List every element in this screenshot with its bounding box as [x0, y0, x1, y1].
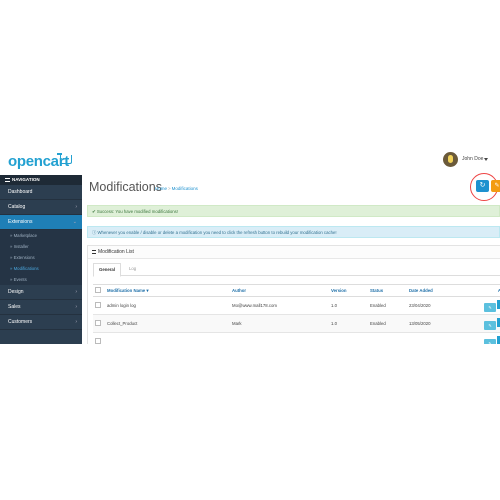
- column-header-author[interactable]: Author: [230, 284, 329, 297]
- check-circle-icon: ✔: [92, 209, 96, 214]
- sort-down-icon: ▾: [146, 287, 149, 293]
- sidebar-sub-events[interactable]: » Events: [0, 274, 82, 285]
- sidebar-item-design[interactable]: Design ›: [0, 285, 82, 300]
- table-row: Collect_Product Mark 1.0 Enabled 13/05/2…: [93, 314, 500, 333]
- panel-heading: Modification List: [88, 246, 500, 259]
- sidebar-sub-installer[interactable]: » Installer: [0, 241, 82, 252]
- row-checkbox[interactable]: [95, 302, 101, 308]
- cell-status: Enabled: [368, 314, 407, 333]
- page-title: Modifications: [89, 180, 162, 194]
- success-alert: ✔ Success: You have modified modificatio…: [87, 205, 500, 217]
- cell-name: [105, 332, 230, 344]
- info-circle-icon: ⓘ: [92, 230, 97, 235]
- menu-icon: [5, 177, 10, 182]
- breadcrumb: Home>Modifications: [155, 186, 198, 191]
- modifications-table: Modification Name ▾ Author Version Statu…: [93, 284, 500, 344]
- row-select-cell: [93, 332, 105, 344]
- sidebar-sub-modifications[interactable]: » Modifications: [0, 263, 82, 274]
- sidebar-item-dashboard[interactable]: Dashboard: [0, 185, 82, 200]
- chevron-right-icon: ›: [75, 319, 77, 325]
- table-row: ✎: [93, 332, 500, 344]
- sidebar-item-customers[interactable]: Customers ›: [0, 315, 82, 330]
- tab-log[interactable]: Log: [124, 263, 141, 275]
- avatar[interactable]: [443, 152, 458, 167]
- edit-button[interactable]: ✎: [484, 302, 496, 312]
- cell-name: Collect_Product: [105, 314, 230, 333]
- sidebar-item-catalog[interactable]: Catalog ›: [0, 200, 82, 215]
- breadcrumb-home[interactable]: Home: [155, 186, 167, 191]
- cell-version: [329, 332, 368, 344]
- modification-list-panel: Modification List General Log Modificati…: [87, 245, 500, 344]
- table-row: admin login log Mo@www.mall178.com 1.0 E…: [93, 296, 500, 315]
- chevron-down-icon: ⌄: [72, 219, 77, 225]
- row-select-cell: [93, 296, 105, 315]
- refresh-icon: ↻: [479, 182, 486, 189]
- column-header-version[interactable]: Version: [329, 284, 368, 297]
- cell-status: Enabled: [368, 296, 407, 315]
- tab-general[interactable]: General: [93, 263, 122, 277]
- cell-date: 13/05/2020: [407, 314, 459, 333]
- cell-actions: ✎: [459, 314, 500, 333]
- clear-button[interactable]: ✎: [491, 180, 500, 192]
- column-header-action: A: [459, 284, 500, 297]
- navigation-heading[interactable]: NAVIGATION: [0, 175, 82, 185]
- row-checkbox[interactable]: [95, 338, 101, 344]
- cell-author: Mo@www.mall178.com: [230, 296, 329, 315]
- cell-author: [230, 332, 329, 344]
- sidebar-item-sales[interactable]: Sales ›: [0, 300, 82, 315]
- tab-bar: General Log: [93, 263, 500, 277]
- cell-date: 23/04/2020: [407, 296, 459, 315]
- edit-button[interactable]: ✎: [484, 338, 496, 344]
- cell-actions: ✎: [459, 332, 500, 344]
- cell-status: [368, 332, 407, 344]
- cell-version: 1.0: [329, 296, 368, 315]
- cart-icon: [57, 153, 72, 164]
- column-header-status[interactable]: Status: [368, 284, 407, 297]
- main-content: Modifications Home>Modifications ↻ ✎ ✔ S…: [82, 173, 500, 344]
- column-header-date-added[interactable]: Date Added: [407, 284, 459, 297]
- column-header-name[interactable]: Modification Name ▾: [105, 284, 230, 297]
- cell-date: [407, 332, 459, 344]
- sidebar-sub-marketplace[interactable]: » Marketplace: [0, 230, 82, 241]
- refresh-button[interactable]: ↻: [476, 180, 489, 192]
- breadcrumb-modifications[interactable]: Modifications: [172, 186, 198, 191]
- chevron-right-icon: ›: [75, 204, 77, 210]
- eraser-icon: ✎: [494, 183, 500, 189]
- user-name[interactable]: John Doe: [462, 156, 483, 162]
- select-all-cell: [93, 284, 105, 297]
- chevron-right-icon: ›: [75, 304, 77, 310]
- info-alert: ⓘ Whenever you enable / disable or delet…: [87, 226, 500, 238]
- select-all-checkbox[interactable]: [95, 287, 101, 293]
- cell-actions: ✎: [459, 296, 500, 315]
- chevron-down-icon[interactable]: [484, 158, 488, 161]
- sidebar-item-extensions[interactable]: Extensions ⌄: [0, 215, 82, 230]
- cell-name: admin login log: [105, 296, 230, 315]
- top-header: opencart John Doe: [0, 146, 500, 176]
- list-icon: [92, 249, 96, 254]
- row-checkbox[interactable]: [95, 320, 101, 326]
- cell-author: Mark: [230, 314, 329, 333]
- chevron-right-icon: ›: [75, 289, 77, 295]
- sidebar: NAVIGATION Dashboard Catalog › Extensions…: [0, 175, 82, 344]
- screenshot: opencart John Doe NAVIGATION Dashboard C…: [0, 146, 500, 344]
- table-header-row: Modification Name ▾ Author Version Statu…: [93, 284, 500, 297]
- sidebar-sub-extensions[interactable]: » Extensions: [0, 252, 82, 263]
- edit-button[interactable]: ✎: [484, 320, 496, 330]
- row-select-cell: [93, 314, 105, 333]
- cell-version: 1.0: [329, 314, 368, 333]
